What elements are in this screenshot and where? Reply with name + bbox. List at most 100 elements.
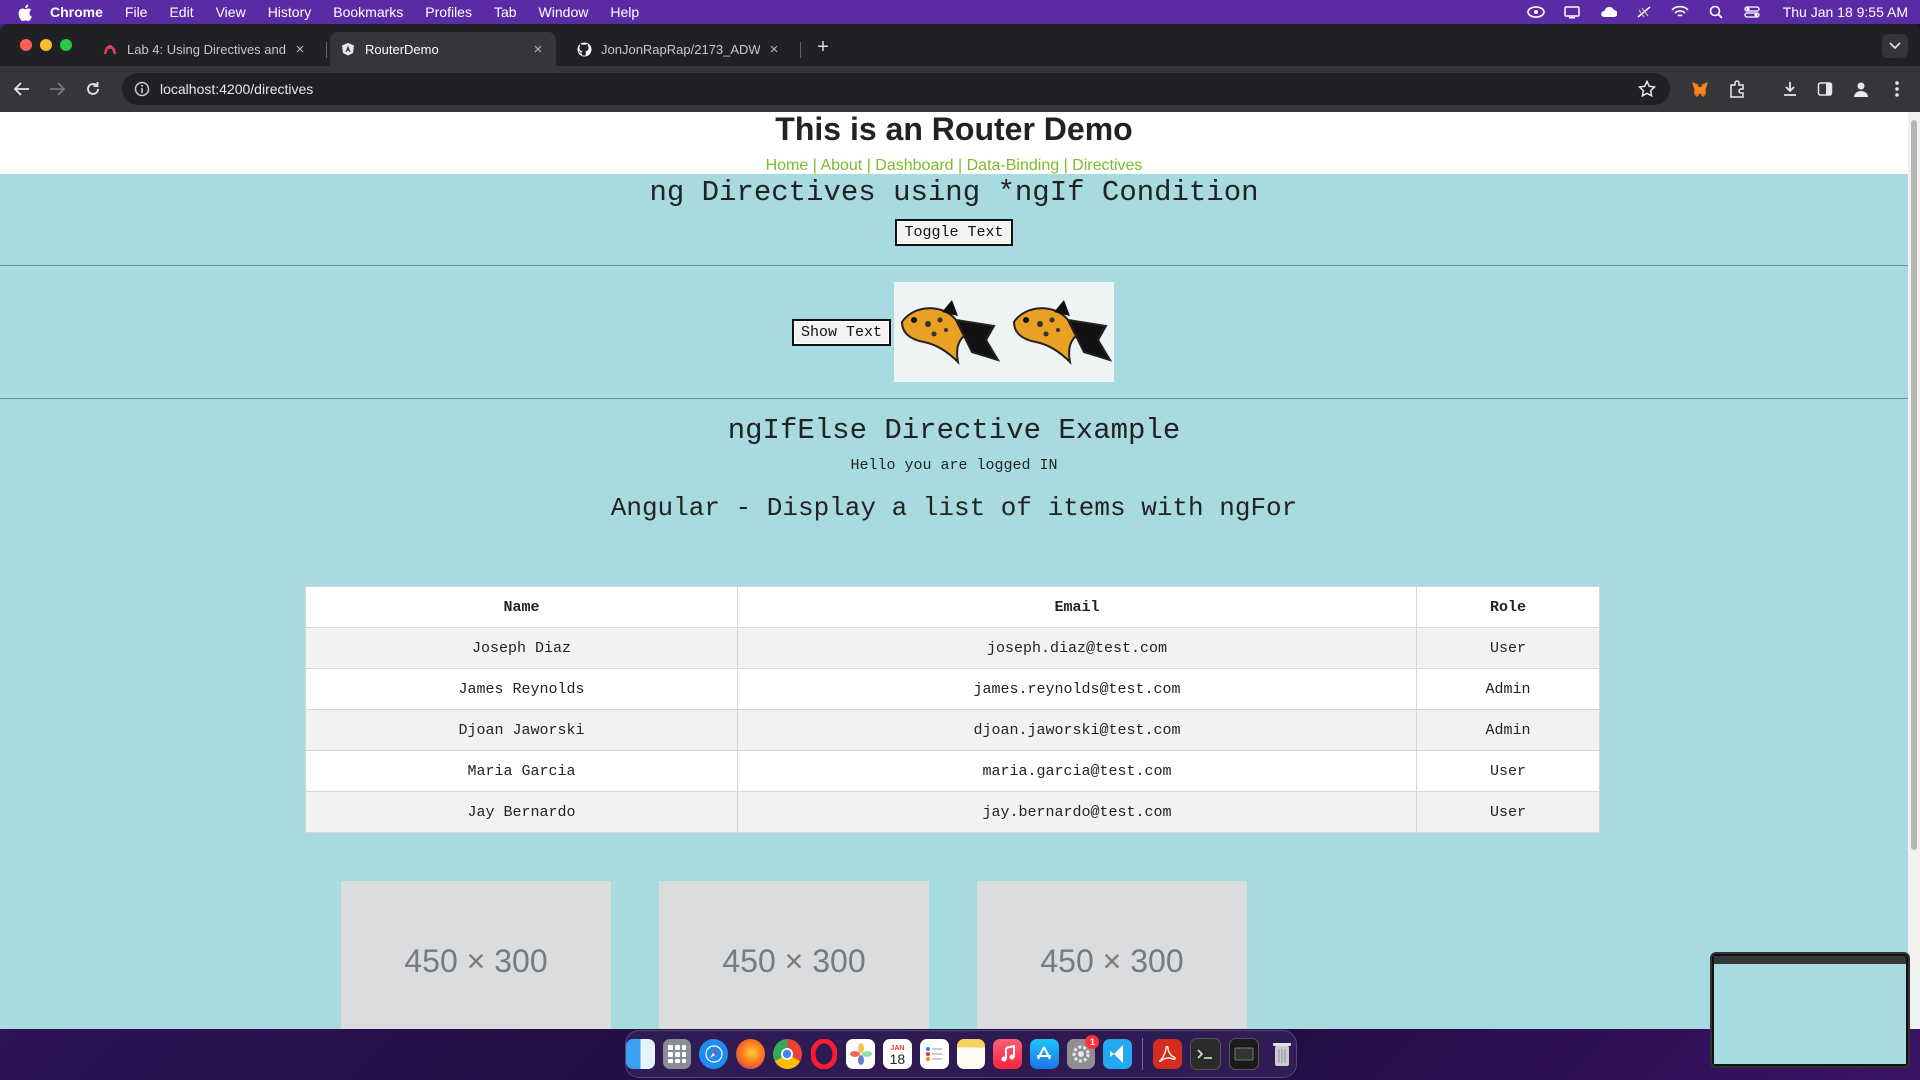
menu-bookmarks[interactable]: Bookmarks	[333, 4, 403, 20]
trash-icon[interactable]	[1267, 1039, 1296, 1069]
chrome-menu-icon[interactable]	[1887, 79, 1907, 99]
nav-dashboard-link[interactable]: Dashboard	[875, 157, 953, 174]
menu-profiles[interactable]: Profiles	[425, 4, 472, 20]
finder-icon[interactable]	[626, 1039, 655, 1069]
status-menus: Thu Jan 18 9:55 AM	[1526, 0, 1908, 24]
nav-about-link[interactable]: About	[820, 157, 862, 174]
tab-routerdemo[interactable]: RouterDemo ×	[330, 32, 556, 66]
close-icon[interactable]: ×	[292, 41, 308, 58]
notes-icon[interactable]	[956, 1039, 986, 1069]
cell-name: Jay Bernardo	[305, 791, 738, 833]
download-icon[interactable]	[1780, 79, 1800, 99]
forward-arrow-icon[interactable]	[47, 79, 67, 99]
system-settings-icon[interactable]: 1	[1066, 1035, 1100, 1069]
notification-badge: 1	[1085, 1035, 1100, 1049]
table-row: Jay Bernardo jay.bernardo@test.com User	[305, 791, 1600, 833]
minimize-window-button[interactable]	[40, 39, 52, 51]
url-text[interactable]: localhost:4200/directives	[160, 81, 313, 97]
nav-data-binding-link[interactable]: Data-Binding	[967, 157, 1060, 174]
photos-icon[interactable]	[846, 1039, 876, 1069]
nav-separator: |	[808, 157, 821, 174]
safari-icon[interactable]	[699, 1039, 729, 1069]
reload-icon[interactable]	[83, 79, 103, 99]
app-store-icon[interactable]	[1029, 1039, 1059, 1069]
control-center-icon[interactable]	[1743, 5, 1761, 19]
reminders-icon[interactable]	[919, 1039, 949, 1069]
angular-icon	[340, 41, 356, 57]
address-bar[interactable]: localhost:4200/directives	[122, 73, 1670, 105]
ngfor-heading: Angular - Display a list of items with n…	[610, 493, 1298, 523]
wifi-icon[interactable]	[1671, 5, 1689, 19]
music-icon[interactable]	[993, 1039, 1022, 1069]
cell-name: Joseph Diaz	[305, 627, 738, 669]
table-header-row: Name Email Role	[305, 586, 1600, 628]
browser-toolbar: localhost:4200/directives	[0, 66, 1920, 112]
cloud-sync-icon[interactable]	[1599, 5, 1617, 19]
tab-title: RouterDemo	[365, 41, 439, 57]
creative-cloud-icon[interactable]	[1526, 5, 1545, 19]
tab-title: JonJonRapRap/2173_ADWEB	[601, 41, 760, 57]
menu-help[interactable]: Help	[610, 4, 639, 20]
vscode-icon[interactable]	[1103, 1039, 1133, 1069]
nav-separator: |	[953, 157, 967, 174]
tab-search-icon[interactable]	[1882, 34, 1908, 58]
scrollbar-thumb[interactable]	[1911, 120, 1917, 850]
cell-role: User	[1416, 750, 1600, 792]
cell-email: james.reynolds@test.com	[737, 668, 1417, 710]
back-arrow-icon[interactable]	[12, 79, 32, 99]
menu-edit[interactable]: Edit	[169, 4, 193, 20]
toggle-text-button[interactable]: Toggle Text	[895, 219, 1013, 246]
site-info-icon[interactable]	[134, 81, 150, 97]
menu-chrome[interactable]: Chrome	[50, 4, 103, 20]
menu-history[interactable]: History	[268, 4, 312, 20]
maximize-window-button[interactable]	[60, 39, 72, 51]
tab-lab4[interactable]: Lab 4: Using Directives and R ×	[92, 32, 318, 66]
nav-directives-link[interactable]: Directives	[1072, 157, 1142, 174]
tab-separator	[326, 42, 327, 58]
opera-icon[interactable]	[810, 1039, 839, 1069]
close-icon[interactable]: ×	[766, 41, 782, 58]
nav-separator: |	[1059, 157, 1073, 174]
menu-file[interactable]: File	[125, 4, 148, 20]
placeholder-image: 450 × 300	[659, 881, 929, 1029]
page-scrollbar[interactable]	[1908, 112, 1920, 1029]
acrobat-icon[interactable]	[1153, 1039, 1182, 1069]
cell-email: jay.bernardo@test.com	[737, 791, 1417, 833]
profile-avatar-icon[interactable]	[1851, 79, 1871, 99]
nav-home-link[interactable]: Home	[766, 157, 809, 174]
fish-illustration-1	[900, 300, 1001, 366]
display-icon[interactable]	[1563, 5, 1581, 19]
window-controls	[20, 39, 72, 51]
extensions-puzzle-icon[interactable]	[1727, 79, 1747, 99]
apple-logo-icon[interactable]	[18, 4, 36, 21]
menu-window[interactable]: Window	[539, 4, 589, 20]
terminal-icon[interactable]	[1189, 1038, 1221, 1070]
side-panel-icon[interactable]	[1815, 79, 1835, 99]
login-status-text: Hello you are logged IN	[850, 457, 1058, 474]
launchpad-icon[interactable]	[662, 1039, 692, 1069]
bookmark-star-icon[interactable]	[1637, 79, 1657, 101]
close-window-button[interactable]	[20, 39, 32, 51]
chrome-icon[interactable]	[772, 1039, 802, 1069]
site-header: This is an Router Demo Home | About | Da…	[0, 112, 1908, 174]
fish-image	[894, 282, 1114, 382]
menu-tab[interactable]: Tab	[494, 4, 517, 20]
menu-view[interactable]: View	[216, 4, 246, 20]
menu-bar-clock[interactable]: Thu Jan 18 9:55 AM	[1783, 4, 1908, 20]
main-nav: Home | About | Dashboard | Data-Binding …	[0, 157, 1908, 175]
screen-icon[interactable]	[1228, 1038, 1260, 1070]
tab-github[interactable]: JonJonRapRap/2173_ADWEB ×	[566, 32, 792, 66]
show-text-button[interactable]: Show Text	[792, 319, 892, 346]
cell-name: Djoan Jaworski	[305, 709, 738, 751]
nav-separator: |	[862, 157, 876, 174]
firefox-icon[interactable]	[736, 1039, 765, 1069]
spotlight-search-icon[interactable]	[1707, 5, 1725, 19]
metamask-extension-icon[interactable]	[1690, 79, 1710, 99]
screenshot-thumbnail[interactable]	[1710, 952, 1910, 1068]
mute-icon[interactable]	[1635, 5, 1653, 19]
close-icon[interactable]: ×	[530, 41, 546, 58]
cell-email: maria.garcia@test.com	[737, 750, 1417, 792]
new-tab-icon[interactable]: +	[811, 36, 835, 59]
calendar-icon[interactable]: JAN 18	[883, 1039, 912, 1069]
cell-role: Admin	[1416, 668, 1600, 710]
